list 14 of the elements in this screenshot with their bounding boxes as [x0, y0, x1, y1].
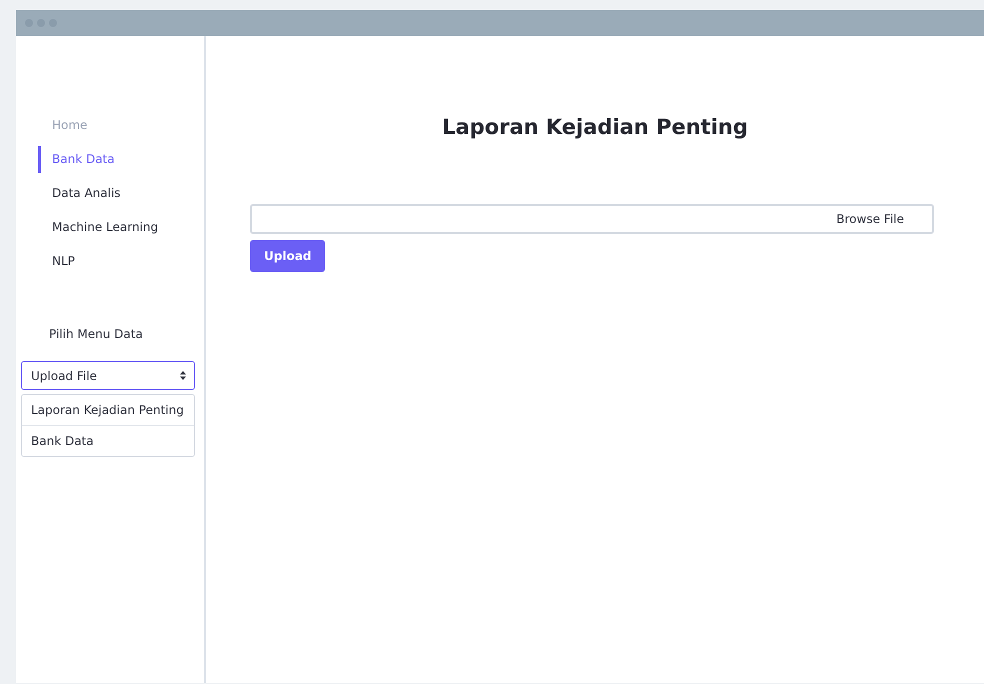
browse-button[interactable]: Browse File	[808, 210, 932, 228]
nav-link[interactable]: Machine Learning	[38, 214, 204, 241]
nav-link[interactable]: NLP	[38, 248, 204, 275]
dropdown-option[interactable]: Bank Data	[22, 426, 194, 456]
sort-arrows-icon	[180, 371, 186, 380]
nav-link[interactable]: Bank Data	[38, 146, 204, 173]
page-title: Laporan Kejadian Penting	[441, 114, 749, 141]
upload-button[interactable]: Upload	[250, 240, 326, 272]
nav-link[interactable]: Data Analis	[38, 180, 204, 207]
file-input[interactable]: Browse File	[250, 204, 934, 234]
select-value: Upload File	[31, 368, 97, 384]
select-field[interactable]: Upload File	[21, 361, 195, 390]
menu-label: Pilih Menu Data	[49, 326, 144, 343]
dropdown-option[interactable]: Laporan Kejadian Penting	[22, 395, 194, 426]
